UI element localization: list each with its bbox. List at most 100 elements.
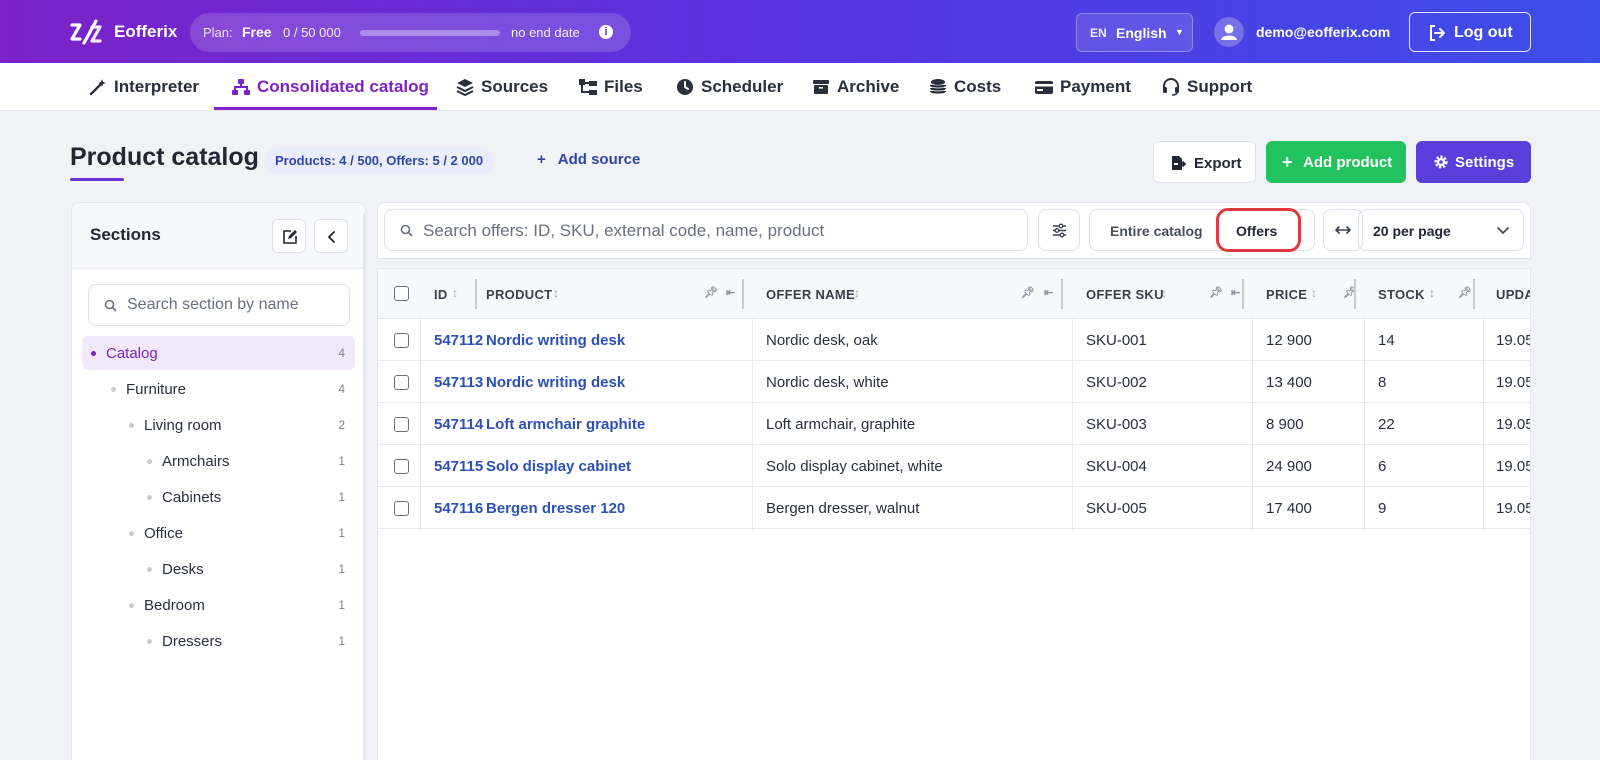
table-row[interactable]: 547112 Nordic writing desk Nordic desk, oa… <box>378 319 1530 361</box>
cell-product[interactable]: Solo display cabinet <box>486 458 631 475</box>
section-tree-item[interactable]: Dressers 1 <box>82 624 355 658</box>
section-tree-item[interactable]: Bedroom 1 <box>82 588 355 622</box>
user-email[interactable]: demo@eofferix.com <box>1256 24 1390 40</box>
cell-product[interactable]: Bergen dresser 120 <box>486 500 625 517</box>
add-product-button[interactable]: + Add product <box>1266 141 1406 183</box>
section-label: Desks <box>162 561 204 578</box>
column-header-product[interactable]: PRODUCT ↕ 📌︎ ⇤ <box>486 269 746 319</box>
edit-sections-button[interactable] <box>272 219 306 253</box>
table-row[interactable]: 547113 Nordic writing desk Nordic desk, wh… <box>378 361 1530 403</box>
section-label: Dressers <box>162 633 223 650</box>
section-tree-item[interactable]: Catalog 4 <box>82 336 355 370</box>
cell-id[interactable]: 547115 <box>434 458 483 475</box>
settings-button[interactable]: Settings <box>1416 141 1531 183</box>
pin-left-icon[interactable]: ⇤ <box>1231 286 1241 299</box>
pin-icon[interactable]: 📌︎ <box>704 286 718 299</box>
row-checkbox[interactable] <box>394 375 409 390</box>
export-button[interactable]: Export <box>1153 141 1256 183</box>
add-source-link[interactable]: + Add source <box>537 151 640 168</box>
cell-id[interactable]: 547113 <box>434 374 483 391</box>
folder-tree-icon <box>579 79 597 95</box>
offer-search-input[interactable] <box>423 220 1013 242</box>
section-tree-item[interactable]: Office 1 <box>82 516 355 550</box>
column-resizer[interactable] <box>1473 279 1475 309</box>
cell-product[interactable]: Nordic writing desk <box>486 374 625 391</box>
top-bar: Eofferix Plan: Free 0 / 50 000 no end da… <box>0 0 1600 63</box>
section-label: Cabinets <box>162 489 222 506</box>
language-selector[interactable]: EN English ▼ <box>1076 13 1193 52</box>
section-search[interactable] <box>88 284 350 326</box>
section-tree-item[interactable]: Armchairs 1 <box>82 444 355 478</box>
table-row[interactable]: 547114 Loft armchair graphite Loft armchai… <box>378 403 1531 445</box>
section-count: 1 <box>338 634 345 648</box>
row-checkbox[interactable] <box>394 333 409 348</box>
section-tree-item[interactable]: Living room 2 <box>82 408 355 442</box>
section-count: 1 <box>338 562 345 576</box>
scope-entire-catalog[interactable]: Entire catalog <box>1110 223 1203 239</box>
section-label: Living room <box>144 417 222 434</box>
pin-left-icon[interactable]: ⇤ <box>726 286 736 299</box>
column-resizer[interactable] <box>475 279 477 309</box>
column-label: PRODUCT <box>486 287 553 302</box>
cell-updated: 19.05 <box>1496 416 1531 433</box>
main-nav: Interpreter Consolidated catalog Sources… <box>0 63 1600 111</box>
section-label: Armchairs <box>162 453 230 470</box>
per-page-select[interactable]: 20 per page <box>1358 209 1524 251</box>
column-resizer[interactable] <box>1242 279 1244 309</box>
column-label: UPDA <box>1496 287 1531 302</box>
section-tree-item[interactable]: Desks 1 <box>82 552 355 586</box>
bullet-icon <box>129 531 134 536</box>
section-tree-item[interactable]: Cabinets 1 <box>82 480 355 514</box>
pin-icon[interactable]: 📌︎ <box>1209 286 1223 299</box>
section-tree-item[interactable]: Furniture 4 <box>82 372 355 406</box>
column-header-updated[interactable]: UPDA <box>1496 269 1531 319</box>
select-all-checkbox[interactable] <box>394 286 409 301</box>
column-divider <box>1364 319 1365 531</box>
column-header-offer-sku[interactable]: OFFER SKU ↕ 📌︎ ⇤ <box>1086 269 1251 319</box>
cell-id[interactable]: 547116 <box>434 500 483 517</box>
pin-left-icon[interactable]: ⇤ <box>1044 286 1054 299</box>
row-checkbox[interactable] <box>394 501 409 516</box>
add-product-label: Add product <box>1303 154 1393 171</box>
section-search-input[interactable] <box>127 294 337 316</box>
clock-icon <box>677 79 693 95</box>
cell-offer-name: Solo display cabinet, white <box>766 458 943 475</box>
page-title: Product catalog <box>70 143 259 171</box>
scope-offers[interactable]: Offers <box>1236 223 1277 239</box>
section-count: 1 <box>338 454 345 468</box>
add-source-label: Add source <box>557 151 641 168</box>
row-checkbox[interactable] <box>394 459 409 474</box>
logout-icon <box>1430 25 1445 41</box>
cell-offer-name: Nordic desk, oak <box>766 332 878 349</box>
cell-id[interactable]: 547114 <box>434 416 483 433</box>
section-count: 4 <box>338 346 345 360</box>
column-resizer[interactable] <box>1061 279 1063 309</box>
collapse-panel-button[interactable] <box>314 219 348 253</box>
section-count: 2 <box>338 418 345 432</box>
pin-icon[interactable]: 📌︎ <box>1021 286 1035 299</box>
export-label: Export <box>1194 155 1242 172</box>
table-row[interactable]: 547115 Solo display cabinet Solo display c… <box>378 445 1530 487</box>
cell-product[interactable]: Nordic writing desk <box>486 332 625 349</box>
sitemap-icon <box>232 79 250 95</box>
column-header-stock[interactable]: STOCK ↕ 📌︎ <box>1378 269 1488 319</box>
column-header-offer-name[interactable]: OFFER NAME ↕ 📌︎ ⇤ <box>766 269 1066 319</box>
info-icon[interactable]: i <box>599 25 613 39</box>
cell-product[interactable]: Loft armchair graphite <box>486 416 645 433</box>
row-checkbox[interactable] <box>394 417 409 432</box>
avatar[interactable] <box>1214 17 1244 47</box>
column-resizer[interactable] <box>1354 279 1356 309</box>
bullet-icon <box>129 603 134 608</box>
logout-button[interactable]: Log out <box>1409 12 1531 52</box>
cell-id[interactable]: 547112 <box>434 332 483 349</box>
bullet-icon <box>147 567 152 572</box>
panel-resize-handle[interactable] <box>363 213 366 760</box>
table-row[interactable]: 547116 Bergen dresser 120 Bergen dresser, … <box>378 487 1530 529</box>
settings-label: Settings <box>1455 154 1515 171</box>
column-resizer[interactable] <box>742 279 744 309</box>
column-header-price[interactable]: PRICE ↕ 📌︎ <box>1266 269 1366 319</box>
pin-icon[interactable]: 📌︎ <box>1458 286 1472 299</box>
expand-width-button[interactable] <box>1323 209 1363 251</box>
column-filter-button[interactable] <box>1038 209 1080 251</box>
offer-search[interactable] <box>384 209 1028 251</box>
